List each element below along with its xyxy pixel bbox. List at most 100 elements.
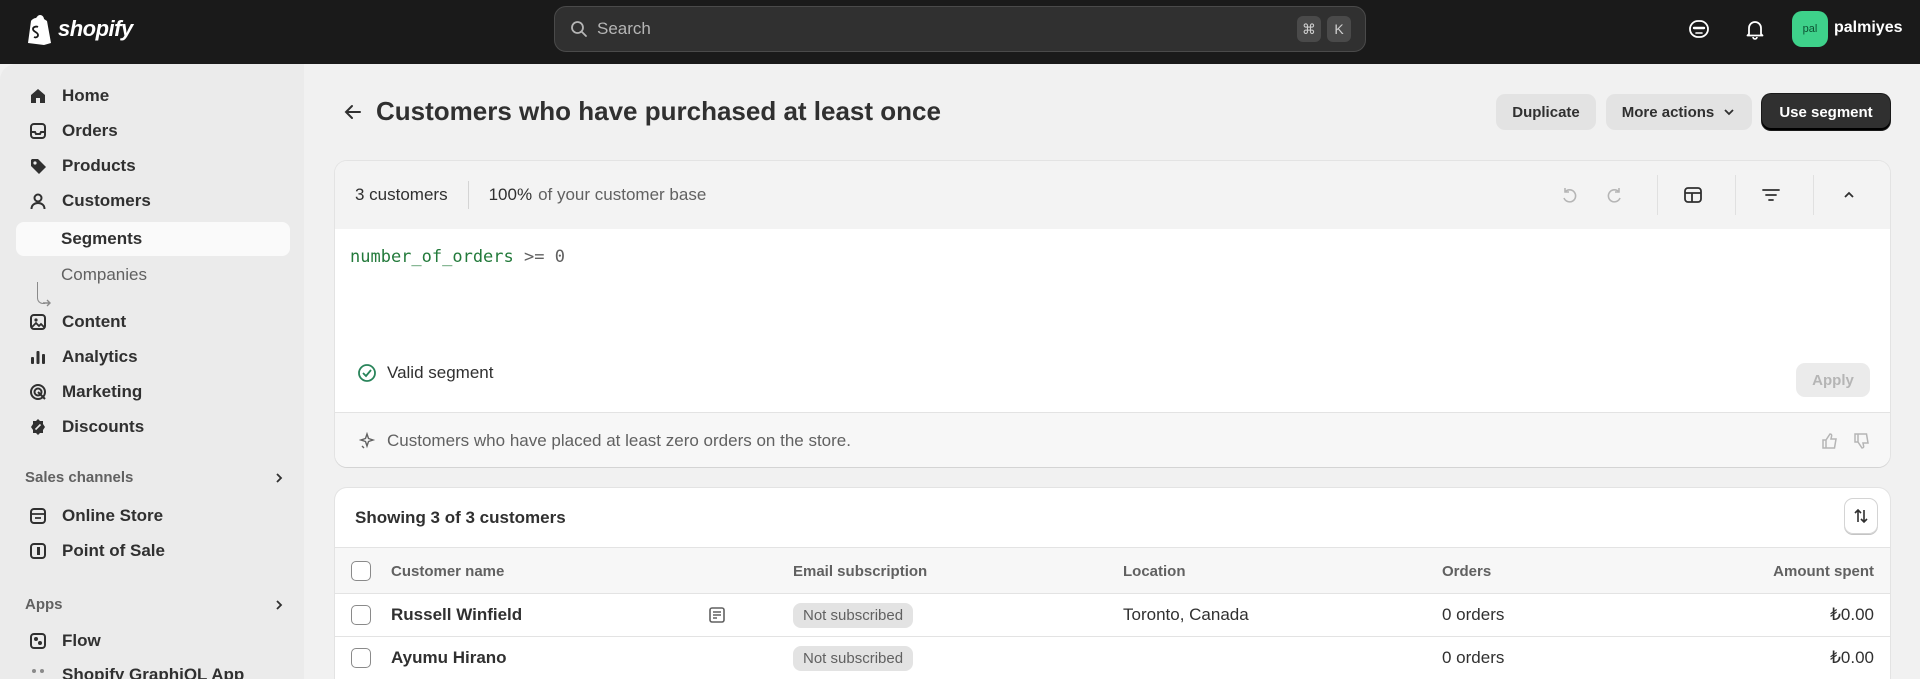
select-all-checkbox[interactable] [351,561,371,581]
sidebar-item-label: Shopify GraphiQL App [62,665,245,679]
customer-orders: 0 orders [1442,648,1505,667]
sidebar-item-marketing[interactable]: Marketing [16,375,290,409]
sort-button[interactable] [1844,498,1878,534]
customer-location: Toronto, Canada [1123,605,1249,624]
divider [467,181,469,209]
shortcut-k-key: K [1327,16,1351,42]
divider [1657,175,1658,215]
sidebar-item-discounts[interactable]: Discounts [16,410,290,444]
table-column-headers: Customer name Email subscription Locatio… [335,547,1890,594]
store-avatar[interactable]: pal [1792,11,1828,47]
sidebar-item-label: Orders [62,121,118,140]
sidebar-item-online-store[interactable]: Online Store [16,499,290,533]
chevron-up-icon[interactable] [1837,183,1861,207]
apps-header[interactable]: Apps [25,596,285,613]
notification-bell-icon[interactable] [1742,16,1768,42]
chevron-right-icon [276,599,283,610]
shortcut-cmd-key: ⌘ [1297,16,1321,42]
segment-summary-bar: 3 customers 100% of your customer base [335,161,1890,229]
column-amount-spent[interactable]: Amount spent [1773,563,1874,580]
sidebar-item-customers[interactable]: Customers [16,184,290,218]
content-icon [28,312,48,332]
ai-summary-text: Customers who have placed at least zero … [387,431,851,450]
note-icon[interactable] [707,605,727,625]
sparkle-icon [359,432,376,449]
row-checkbox[interactable] [351,648,371,668]
column-customer-name[interactable]: Customer name [391,563,504,580]
customer-amount-spent: ₺0.00 [1830,648,1874,667]
sidebar-item-companies[interactable]: Companies [16,258,290,292]
thumbs-up-icon[interactable] [1820,431,1840,451]
store-name[interactable]: palmiyes [1834,19,1902,37]
sidebar-item-label: Online Store [62,506,164,525]
sales-channels-header[interactable]: Sales channels [25,469,285,486]
sidebar-item-label: Home [62,86,110,105]
shopify-logo[interactable]: shopify [24,13,133,45]
query-code[interactable]: number_of_orders >= 0 [350,247,565,267]
inbox-icon [28,121,48,141]
divider [1813,175,1814,215]
segment-query-editor[interactable]: number_of_orders >= 0 Valid segment Appl… [335,229,1890,412]
column-email-subscription[interactable]: Email subscription [793,563,927,580]
storefront-icon [28,506,48,526]
discount-badge-icon [28,417,48,437]
templates-icon[interactable] [1681,183,1705,207]
column-orders[interactable]: Orders [1442,563,1491,580]
sidebar-item-flow[interactable]: Flow [16,624,290,658]
brand-name: shopify [58,16,133,41]
sidebar-item-products[interactable]: Products [16,149,290,183]
divider [1735,175,1736,215]
customer-name[interactable]: Ayumu Hirano [391,648,507,668]
segment-editor-card: 3 customers 100% of your customer base n… [335,161,1890,467]
redo-icon[interactable] [1603,183,1627,207]
search-input[interactable]: Search [597,19,1291,39]
base-percentage: 100% [488,185,533,204]
filter-icon[interactable] [1759,183,1783,207]
bar-chart-icon [28,347,48,367]
sidebar-item-content[interactable]: Content [16,305,290,339]
row-checkbox[interactable] [351,605,371,625]
query-field: number_of_orders [350,247,514,267]
use-segment-button[interactable]: Use segment [1762,94,1890,130]
sidebar-item-segments[interactable]: Segments [16,222,290,256]
customer-amount-spent: ₺0.00 [1830,605,1874,624]
more-actions-button[interactable]: More actions [1606,94,1752,130]
customers-table-card: Showing 3 of 3 customers Customer name E… [335,488,1890,679]
validation-text: Valid segment [387,363,494,382]
graphiql-app-icon [28,665,48,679]
search-bar[interactable]: Search ⌘ K [554,6,1366,52]
query-operator: >= [524,247,545,267]
sidebar-item-home[interactable]: Home [16,79,290,113]
undo-icon[interactable] [1557,183,1581,207]
email-subscription-badge: Not subscribed [793,646,914,671]
page-title: Customers who have purchased at least on… [376,96,941,126]
button-label: More actions [1621,103,1715,121]
table-row[interactable]: Russell Winfield Not subscribed Toronto,… [335,594,1890,637]
sidekick-icon[interactable] [1686,16,1712,42]
sidebar-item-analytics[interactable]: Analytics [16,340,290,374]
back-arrow-icon[interactable] [341,100,365,124]
sidebar-item-orders[interactable]: Orders [16,114,290,148]
thumbs-down-icon[interactable] [1852,431,1872,451]
column-location[interactable]: Location [1123,563,1186,580]
sidebar-item-label: Customers [62,191,151,210]
sidebar-item-graphiql[interactable]: Shopify GraphiQL App [16,658,290,679]
table-row[interactable]: Ayumu Hirano Not subscribed 0 orders ₺0.… [335,637,1890,679]
sidebar-item-label: Companies [61,265,147,284]
flow-app-icon [28,631,48,651]
customer-name[interactable]: Russell Winfield [391,605,522,625]
section-label: Sales channels [25,469,134,486]
sidebar-item-point-of-sale[interactable]: Point of Sale [16,534,290,568]
shopify-bag-icon [28,15,51,45]
sidebar-item-label: Flow [62,631,101,650]
target-icon [28,382,48,402]
chevron-right-icon [276,472,283,483]
sort-arrows-icon [1854,508,1868,524]
sidebar-item-label: Marketing [62,382,143,401]
apply-button[interactable]: Apply [1796,363,1870,397]
duplicate-button[interactable]: Duplicate [1496,94,1596,130]
section-label: Apps [25,596,63,613]
ai-summary-row: Customers who have placed at least zero … [335,412,1890,467]
base-text: of your customer base [538,185,707,204]
sidebar: Home Orders Products Customers Segments … [0,64,304,679]
